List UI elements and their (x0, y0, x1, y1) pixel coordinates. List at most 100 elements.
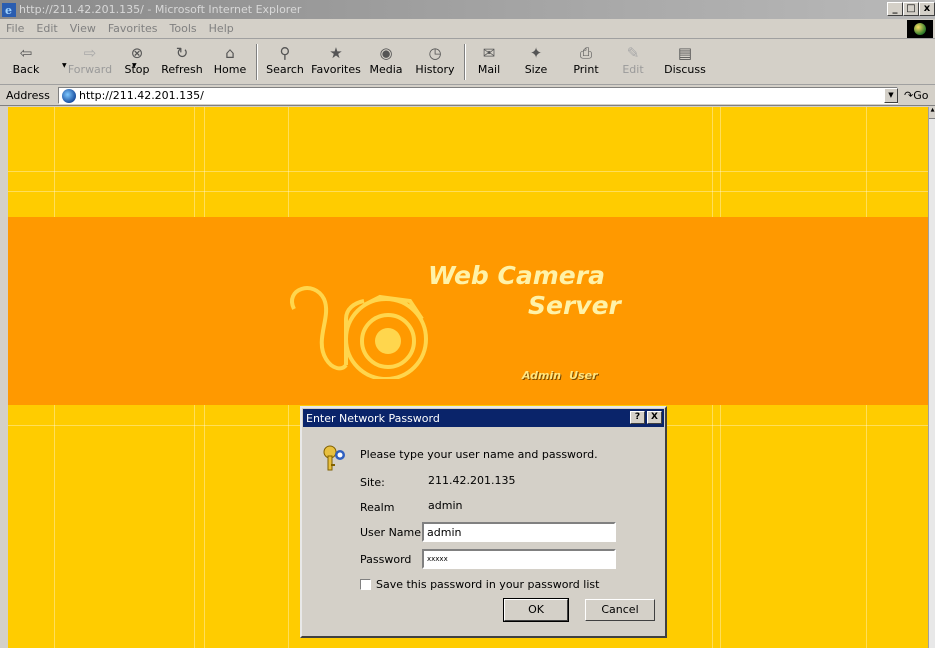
window-title: http://211.42.201.135/ - Microsoft Inter… (19, 3, 302, 16)
site-title-line2: Server (528, 291, 621, 320)
cancel-button[interactable]: Cancel (585, 599, 655, 621)
site-label: Site: (360, 476, 385, 489)
password-label: Password (360, 553, 412, 566)
home-icon: ⌂ (225, 44, 235, 62)
dialog-titlebar[interactable]: Enter Network Password ? X (303, 409, 664, 427)
username-input[interactable] (422, 522, 616, 542)
mail-label: Mail (477, 63, 501, 76)
discuss-button[interactable]: ▤ Discuss (662, 40, 708, 84)
forward-label: Forward (67, 63, 113, 76)
grid-line (8, 171, 928, 172)
page-icon (62, 88, 76, 103)
search-button[interactable]: ⚲ Search (264, 40, 306, 84)
help-button[interactable]: ? (630, 411, 645, 424)
vertical-scrollbar[interactable]: ▲ (928, 107, 935, 648)
go-button[interactable]: ↷Go (904, 89, 928, 102)
dialog-title: Enter Network Password (306, 411, 440, 425)
stop-button[interactable]: ⊗ Stop (120, 40, 154, 84)
camera-logo-icon (290, 286, 428, 379)
address-dropdown-icon[interactable]: ▼ (884, 88, 898, 103)
window-titlebar[interactable]: e http://211.42.201.135/ - Microsoft Int… (0, 0, 935, 19)
address-bar: Address http://211.42.201.135/ ▼ ↷Go (0, 86, 935, 106)
site-value: 211.42.201.135 (428, 474, 516, 487)
go-label: Go (913, 89, 929, 102)
size-label: Size (524, 63, 548, 76)
toolbar-separator (256, 44, 258, 80)
admin-link[interactable]: Admin (522, 369, 561, 382)
save-password-label[interactable]: Save this password in your password list (376, 578, 599, 591)
search-icon: ⚲ (279, 44, 291, 62)
menu-edit[interactable]: Edit (30, 22, 63, 35)
favorites-icon: ★ (329, 44, 343, 62)
address-url: http://211.42.201.135/ (79, 89, 204, 102)
discuss-icon: ▤ (677, 44, 693, 62)
svg-text:e: e (5, 4, 12, 17)
save-password-checkbox[interactable] (360, 579, 371, 590)
back-button[interactable]: ⇦ Back (6, 40, 46, 84)
site-title-line1: Web Camera (428, 261, 605, 290)
close-button[interactable]: x (919, 2, 935, 16)
menu-bar: File Edit View Favorites Tools Help (0, 19, 935, 39)
dialog-prompt: Please type your user name and password. (360, 448, 598, 461)
address-input[interactable]: http://211.42.201.135/ (58, 87, 898, 104)
mail-icon: ✉ (482, 44, 496, 62)
home-label: Home (213, 63, 247, 76)
search-label: Search (266, 63, 304, 76)
refresh-icon: ↻ (175, 44, 189, 62)
menu-file[interactable]: File (0, 22, 30, 35)
dialog-controls: ? X (630, 411, 662, 424)
back-label: Back (12, 63, 40, 76)
favorites-label: Favorites (311, 63, 361, 76)
realm-label: Realm (360, 501, 395, 514)
refresh-button[interactable]: ↻ Refresh (158, 40, 206, 84)
size-button[interactable]: ✦ Size (518, 40, 554, 84)
dialog-close-button[interactable]: X (647, 411, 662, 424)
mail-button[interactable]: ✉ Mail (472, 40, 506, 84)
ie-icon: e (2, 2, 16, 17)
media-button[interactable]: ◉ Media (366, 40, 406, 84)
menu-view[interactable]: View (64, 22, 102, 35)
media-label: Media (369, 63, 403, 76)
user-link[interactable]: User (569, 369, 597, 382)
site-title: Web Camera Server (428, 261, 621, 321)
minimize-button[interactable]: _ (887, 2, 903, 16)
print-button[interactable]: ⎙ Print (568, 40, 604, 84)
history-icon: ◷ (428, 44, 442, 62)
username-label: User Name (360, 526, 422, 539)
menu-help[interactable]: Help (203, 22, 240, 35)
site-nav: Admin User (522, 369, 598, 382)
stop-label: Stop (124, 63, 150, 76)
forward-arrow-icon: ⇨ (83, 44, 97, 62)
history-button[interactable]: ◷ History (412, 40, 458, 84)
grid-line (8, 191, 928, 192)
menu-favorites[interactable]: Favorites (102, 22, 164, 35)
home-button[interactable]: ⌂ Home (210, 40, 250, 84)
history-label: History (415, 63, 455, 76)
window-controls: _ □ x (887, 2, 935, 16)
realm-value: admin (428, 499, 463, 512)
favorites-button[interactable]: ★ Favorites (308, 40, 364, 84)
ok-button[interactable]: OK (503, 598, 569, 622)
print-label: Print (573, 63, 599, 76)
edit-label: Edit (622, 63, 644, 76)
network-password-dialog: Enter Network Password ? X Please type y… (300, 406, 667, 638)
refresh-label: Refresh (161, 63, 203, 76)
edit-icon: ✎ (626, 44, 640, 62)
toolbar: ⇦ Back ▼ ⇨ Forward ▼ ⊗ Stop ↻ Refresh ⌂ … (0, 40, 935, 85)
menu-tools[interactable]: Tools (164, 22, 203, 35)
discuss-label: Discuss (664, 63, 706, 76)
toolbar-separator (464, 44, 466, 80)
back-arrow-icon: ⇦ (19, 44, 33, 62)
header-banner: Web Camera Server Admin User (8, 217, 928, 405)
throbber-logo (907, 20, 933, 38)
font-size-icon: ✦ (529, 44, 543, 62)
media-icon: ◉ (379, 44, 393, 62)
address-label: Address (6, 89, 50, 102)
maximize-button[interactable]: □ (903, 2, 919, 16)
forward-button[interactable]: ⇨ Forward (66, 40, 114, 84)
edit-button[interactable]: ✎ Edit (618, 40, 648, 84)
go-arrow-icon: ↷ (904, 89, 914, 102)
scroll-up-icon[interactable]: ▲ (929, 107, 935, 119)
password-input[interactable]: xxxxx (422, 549, 616, 569)
stop-icon: ⊗ (130, 44, 144, 62)
